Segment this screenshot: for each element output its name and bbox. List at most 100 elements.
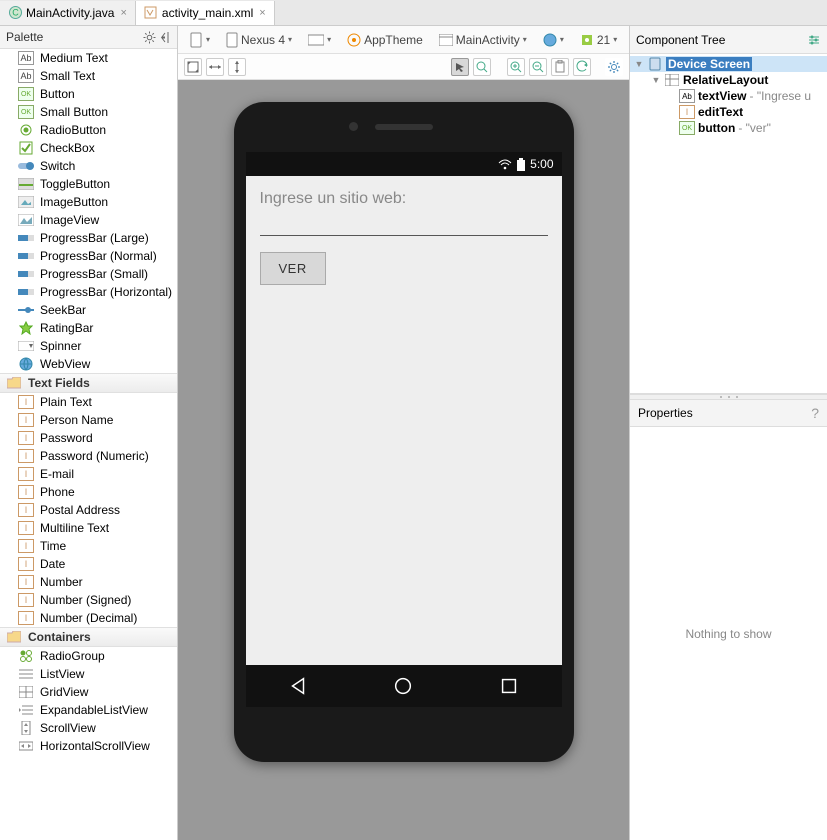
gear-icon[interactable] bbox=[605, 58, 623, 76]
palette-list[interactable]: AbMedium Text AbSmall Text OKButton OKSm… bbox=[0, 49, 177, 840]
collapse-icon[interactable] bbox=[160, 31, 171, 44]
tree-root[interactable]: ▼ Device Screen bbox=[630, 56, 827, 72]
camera-dot bbox=[349, 122, 358, 131]
palette-item[interactable]: AbSmall Text bbox=[0, 67, 177, 85]
palette-item[interactable]: ToggleButton bbox=[0, 175, 177, 193]
tab-activitymain[interactable]: activity_main.xml × bbox=[136, 1, 275, 25]
palette-item[interactable]: IPassword bbox=[0, 429, 177, 447]
palette-item[interactable]: ListView bbox=[0, 665, 177, 683]
theme-selector[interactable]: AppTheme bbox=[342, 31, 428, 49]
palette-item[interactable]: IPlain Text bbox=[0, 393, 177, 411]
right-panel: Component Tree ▼ Device Screen ▼ Relativ… bbox=[630, 26, 827, 840]
design-area: ▾ Nexus 4▾ ▾ AppTheme MainActivity▾ ▾ 21… bbox=[178, 26, 630, 840]
palette-item[interactable]: ProgressBar (Normal) bbox=[0, 247, 177, 265]
close-icon[interactable]: × bbox=[259, 7, 265, 19]
clipboard-icon[interactable] bbox=[551, 58, 569, 76]
tree-layout[interactable]: ▼ RelativeLayout bbox=[630, 72, 827, 88]
palette-item[interactable]: INumber bbox=[0, 573, 177, 591]
palette-item[interactable]: WebView bbox=[0, 355, 177, 373]
palette-item[interactable]: ScrollView bbox=[0, 719, 177, 737]
palette-item[interactable]: ExpandableListView bbox=[0, 701, 177, 719]
settings-icon[interactable] bbox=[807, 34, 821, 46]
palette-item[interactable]: INumber (Signed) bbox=[0, 591, 177, 609]
ver-button[interactable]: VER bbox=[260, 252, 326, 285]
design-canvas[interactable]: 5:00 Ingrese un sitio web: VER bbox=[178, 80, 629, 840]
properties-body: Nothing to show bbox=[630, 427, 827, 840]
gear-icon[interactable] bbox=[143, 31, 156, 44]
activity-selector[interactable]: MainActivity▾ bbox=[434, 31, 532, 49]
zoom-in-icon[interactable] bbox=[507, 58, 525, 76]
palette-item[interactable]: OKSmall Button bbox=[0, 103, 177, 121]
tree-node-textview[interactable]: Ab textView - "Ingrese u bbox=[630, 88, 827, 104]
back-icon[interactable] bbox=[287, 675, 309, 697]
palette-item[interactable]: IPerson Name bbox=[0, 411, 177, 429]
palette-item[interactable]: ProgressBar (Horizontal) bbox=[0, 283, 177, 301]
config-button[interactable]: ▾ bbox=[303, 31, 336, 49]
height-icon[interactable] bbox=[228, 58, 246, 76]
chevron-down-icon: ▾ bbox=[288, 35, 292, 44]
palette-item[interactable]: ProgressBar (Small) bbox=[0, 265, 177, 283]
palette-item[interactable]: ITime bbox=[0, 537, 177, 555]
text-icon: Ab bbox=[18, 51, 34, 65]
class-icon: C bbox=[8, 6, 22, 20]
textfield-icon: I bbox=[18, 593, 34, 607]
refresh-icon[interactable] bbox=[573, 58, 591, 76]
zoom-fit-icon[interactable] bbox=[473, 58, 491, 76]
help-icon[interactable]: ? bbox=[811, 405, 819, 421]
chevron-down-icon[interactable]: ▼ bbox=[651, 75, 661, 85]
palette-item[interactable]: RatingBar bbox=[0, 319, 177, 337]
orientation-button[interactable]: ▾ bbox=[184, 30, 215, 50]
palette-item[interactable]: Switch bbox=[0, 157, 177, 175]
palette-item[interactable]: Spinner bbox=[0, 337, 177, 355]
editor-tabs: C MainActivity.java × activity_main.xml … bbox=[0, 0, 827, 26]
palette-item[interactable]: IE-mail bbox=[0, 465, 177, 483]
api-selector[interactable]: 21▾ bbox=[575, 31, 622, 49]
palette-item[interactable]: OKButton bbox=[0, 85, 177, 103]
palette-item[interactable]: ImageButton bbox=[0, 193, 177, 211]
palette-item[interactable]: SeekBar bbox=[0, 301, 177, 319]
palette-item[interactable]: IPostal Address bbox=[0, 501, 177, 519]
home-icon[interactable] bbox=[392, 675, 414, 697]
chevron-down-icon[interactable]: ▼ bbox=[634, 59, 644, 69]
palette-item[interactable]: IDate bbox=[0, 555, 177, 573]
palette-item[interactable]: ImageView bbox=[0, 211, 177, 229]
radio-icon bbox=[18, 123, 34, 137]
palette-item[interactable]: CheckBox bbox=[0, 139, 177, 157]
close-icon[interactable]: × bbox=[120, 7, 126, 19]
tab-mainactivity[interactable]: C MainActivity.java × bbox=[0, 1, 136, 25]
edittext[interactable] bbox=[260, 216, 548, 236]
width-icon[interactable] bbox=[206, 58, 224, 76]
palette-item[interactable]: IMultiline Text bbox=[0, 519, 177, 537]
palette-section-containers[interactable]: Containers bbox=[0, 627, 177, 647]
palette-item[interactable]: ProgressBar (Large) bbox=[0, 229, 177, 247]
palette-item[interactable]: IPhone bbox=[0, 483, 177, 501]
palette-item[interactable]: RadioButton bbox=[0, 121, 177, 139]
zoom-out-icon[interactable] bbox=[529, 58, 547, 76]
toggle-icon bbox=[18, 177, 34, 191]
viewport-icon[interactable] bbox=[184, 58, 202, 76]
select-icon[interactable] bbox=[451, 58, 469, 76]
wifi-icon bbox=[498, 159, 512, 170]
device-selector[interactable]: Nexus 4▾ bbox=[221, 30, 297, 50]
textview[interactable]: Ingrese un sitio web: bbox=[260, 190, 548, 208]
component-tree[interactable]: ▼ Device Screen ▼ RelativeLayout Ab text… bbox=[630, 54, 827, 394]
design-toolbar: ▾ Nexus 4▾ ▾ AppTheme MainActivity▾ ▾ 21… bbox=[178, 26, 629, 54]
palette-item[interactable]: IPassword (Numeric) bbox=[0, 447, 177, 465]
recent-icon[interactable] bbox=[498, 675, 520, 697]
check-icon bbox=[18, 141, 34, 155]
textfield-icon: I bbox=[18, 521, 34, 535]
component-tree-header: Component Tree bbox=[630, 26, 827, 54]
component-tree-title: Component Tree bbox=[636, 33, 725, 47]
palette-item[interactable]: AbMedium Text bbox=[0, 49, 177, 67]
palette-section-textfields[interactable]: Text Fields bbox=[0, 373, 177, 393]
locale-button[interactable]: ▾ bbox=[538, 31, 569, 49]
palette-item[interactable]: RadioGroup bbox=[0, 647, 177, 665]
progress-icon bbox=[18, 231, 34, 245]
tree-node-button[interactable]: OK button - "ver" bbox=[630, 120, 827, 136]
tree-node-edittext[interactable]: I editText bbox=[630, 104, 827, 120]
textfield-icon: I bbox=[18, 503, 34, 517]
palette-item[interactable]: INumber (Decimal) bbox=[0, 609, 177, 627]
palette-item[interactable]: GridView bbox=[0, 683, 177, 701]
palette-item[interactable]: HorizontalScrollView bbox=[0, 737, 177, 755]
properties-title: Properties bbox=[638, 406, 693, 420]
